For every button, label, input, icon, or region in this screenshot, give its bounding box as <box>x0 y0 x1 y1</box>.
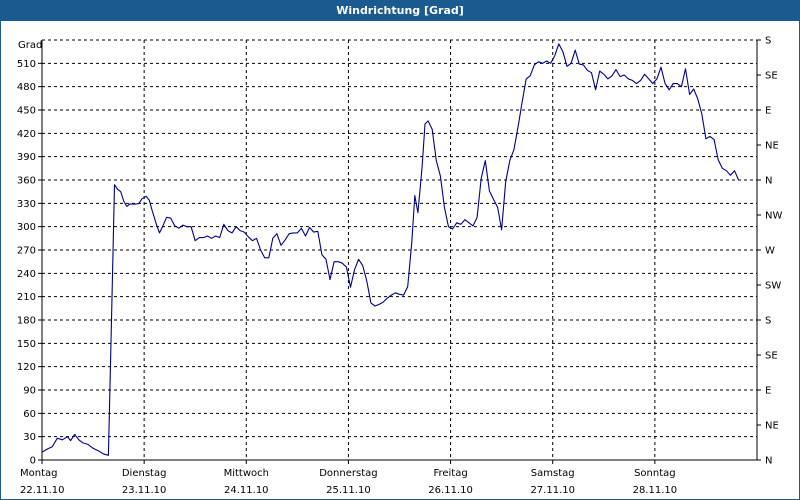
y-tick-label: 300 <box>17 222 36 233</box>
y-tick-label: 210 <box>17 292 36 303</box>
plot-frame <box>38 39 761 464</box>
x-tick-date: 23.11.10 <box>122 485 167 496</box>
y2-tick-label: NE <box>765 421 779 432</box>
x-tick-day: Mittwoch <box>224 468 269 479</box>
x-tick-day: Sonntag <box>634 468 676 479</box>
y2-tick-label: NW <box>765 211 782 222</box>
y2-tick-label: SE <box>765 351 778 362</box>
y-tick-label: 420 <box>17 129 36 140</box>
y-tick-label: 480 <box>17 82 36 93</box>
chart-canvas: Grad 0 30 60 90 120 150 180 210 240 270 300 330 360 3… <box>17 36 783 497</box>
grid-lines <box>42 39 757 460</box>
tick-labels: Grad 0 30 60 90 120 150 180 210 240 270 300 330 360 3… <box>17 36 783 497</box>
x-tick-day: Samstag <box>531 468 575 479</box>
y-tick-label: 360 <box>17 176 36 187</box>
y-tick-label: 330 <box>17 199 36 210</box>
y-tick-label: 390 <box>17 152 36 163</box>
y-tick-label: 240 <box>17 269 36 280</box>
y2-tick-label: S <box>765 316 771 327</box>
y-tick-label: 0 <box>30 456 36 467</box>
y-tick-label: 270 <box>17 246 36 257</box>
x-tick-date: 28.11.10 <box>633 485 678 496</box>
y-tick-label: 510 <box>17 59 36 70</box>
y-tick-label: 150 <box>17 339 36 350</box>
x-tick-date: 24.11.10 <box>224 485 269 496</box>
y-tick-label: 90 <box>23 386 36 397</box>
y2-tick-label: SE <box>765 71 778 82</box>
y2-tick-label: N <box>765 456 772 467</box>
y2-tick-label: NE <box>765 141 779 152</box>
x-tick-date: 26.11.10 <box>428 485 473 496</box>
x-tick-day: Donnerstag <box>319 468 377 479</box>
y2-tick-label: SW <box>765 281 781 292</box>
x-tick-date: 22.11.10 <box>20 485 65 496</box>
x-tick-day: Montag <box>20 468 57 479</box>
y-tick-label: 60 <box>23 409 36 420</box>
x-tick-date: 27.11.10 <box>530 485 575 496</box>
x-tick-day: Dienstag <box>122 468 167 479</box>
x-tick-day: Freitag <box>433 468 467 479</box>
x-tick-date: 25.11.10 <box>326 485 371 496</box>
y-tick-label: 180 <box>17 316 36 327</box>
y-axis-label: Grad <box>18 40 42 51</box>
y2-tick-label: N <box>765 176 772 187</box>
y-tick-label: 30 <box>23 432 36 443</box>
y2-tick-label: W <box>765 246 775 257</box>
y-tick-label: 450 <box>17 106 36 117</box>
y2-tick-label: E <box>765 386 771 397</box>
y2-tick-label: E <box>765 106 771 117</box>
y2-tick-label: S <box>765 36 771 47</box>
y-tick-label: 120 <box>17 362 36 373</box>
